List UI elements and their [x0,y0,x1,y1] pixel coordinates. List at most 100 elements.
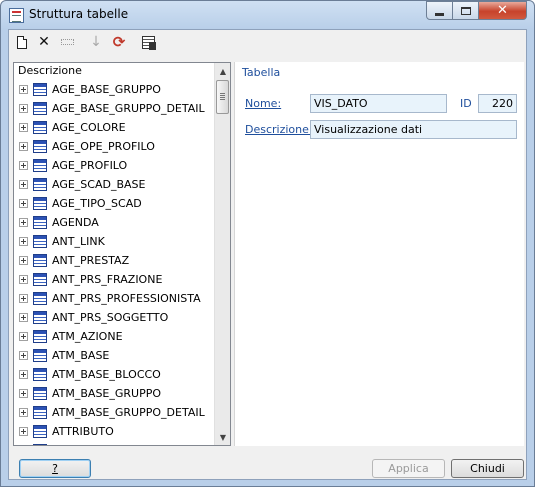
table-icon [33,292,47,305]
delete-button[interactable]: ✕ [35,33,53,51]
maximize-button[interactable] [452,1,479,20]
tree-row[interactable]: ATM_BASE_GRUPPO_DETAIL [14,403,214,422]
new-button[interactable] [13,33,31,51]
table-icon [33,406,47,419]
expand-plus-icon[interactable] [19,294,28,303]
tree-row[interactable]: ATM_BASE_GRUPPO [14,384,214,403]
table-icon [33,235,47,248]
dialog-window: Struttura tabelle ✕ ✕ ↓ ⟳ Descrizione AG… [0,0,535,487]
expand-plus-icon[interactable] [19,218,28,227]
help-label: ? [52,462,58,475]
tree-row-label: ANT_LINK [52,235,105,248]
table-icon [33,368,47,381]
expand-plus-icon[interactable] [19,389,28,398]
tree-row-label: ATM_BASE_BLOCCO [52,368,161,381]
expand-plus-icon[interactable] [19,199,28,208]
tree-row[interactable]: AGE_TIPO_SCAD [14,194,214,213]
scroll-up-button[interactable]: ▲ [215,63,230,79]
tree-row-label: ANT_PRS_PROFESSIONISTA [52,292,201,305]
export-button[interactable] [139,33,157,51]
tree-row-label: AGE_TIPO_SCAD [52,197,142,210]
apply-button[interactable]: Applica [372,459,445,478]
tree-row[interactable]: ANT_LINK [14,232,214,251]
move-down-icon: ↓ [90,34,102,50]
nome-field[interactable] [310,94,447,113]
expand-plus-icon[interactable] [19,256,28,265]
scroll-down-button[interactable]: ▼ [215,429,230,445]
expand-plus-icon[interactable] [19,142,28,151]
scroll-up-icon: ▲ [219,66,227,76]
title-bar[interactable]: Struttura tabelle ✕ [1,1,534,29]
minimize-button[interactable] [426,1,453,20]
tree-row-label: AGENDA [52,216,99,229]
refresh-button[interactable]: ⟳ [110,33,128,51]
expand-plus-icon[interactable] [19,180,28,189]
expand-plus-icon[interactable] [19,85,28,94]
descrizione-field[interactable] [310,120,517,139]
expand-plus-icon[interactable] [19,237,28,246]
table-icon [33,330,47,343]
expand-plus-icon[interactable] [19,161,28,170]
tree-row[interactable]: AGE_OPE_PROFILO [14,137,214,156]
tree-row[interactable]: AGE_BASE_GRUPPO_DETAIL [14,99,214,118]
tree-row[interactable]: ATM_BASE_BLOCCO [14,365,214,384]
table-icon [33,178,47,191]
delete-icon: ✕ [38,34,50,50]
tree-row-label: ANT_PRS_SOGGETTO [52,311,169,324]
tree-row[interactable]: ATTRIBUTO [14,422,214,441]
tree-row-label: AUT_BASE [52,444,109,445]
section-title: Tabella [242,66,281,79]
table-icon [33,216,47,229]
scroll-thumb[interactable] [216,80,229,114]
tree-row[interactable]: AGE_COLORE [14,118,214,137]
tree-row-label: ANT_PRS_FRAZIONE [52,273,163,286]
dialog-client: ✕ ↓ ⟳ Descrizione AGE_BASE_GRUPPO AGE_BAS… [8,29,527,480]
id-field[interactable] [478,94,517,113]
expand-plus-icon[interactable] [19,351,28,360]
tree-row[interactable]: AGENDA [14,213,214,232]
tree-row-label: AGE_BASE_GRUPPO [52,83,161,96]
tree-row[interactable]: AGE_BASE_GRUPPO [14,80,214,99]
tree-row[interactable]: ANT_PRS_SOGGETTO [14,308,214,327]
expand-plus-icon[interactable] [19,104,28,113]
id-label: ID [460,97,472,110]
tree-column-header[interactable]: Descrizione [14,63,214,79]
close-window-button[interactable]: ✕ [478,1,527,20]
tree-row[interactable]: ANT_PRS_FRAZIONE [14,270,214,289]
rename-button[interactable] [58,33,76,51]
window-title: Struttura tabelle [29,7,129,21]
table-icon [33,83,47,96]
descrizione-label-text: Descrizione: [245,123,313,136]
tree-row[interactable]: ANT_PRESTAZ [14,251,214,270]
tree-row-label: ATM_BASE [52,349,110,362]
expand-plus-icon[interactable] [19,408,28,417]
app-table-icon [9,8,24,23]
table-icon [33,140,47,153]
tree-row[interactable]: ATM_AZIONE [14,327,214,346]
tree-row[interactable]: AUT_BASE [14,441,214,445]
tree-row[interactable]: AGE_SCAD_BASE [14,175,214,194]
expand-plus-icon[interactable] [19,313,28,322]
tree-row-label: AGE_PROFILO [52,159,128,172]
expand-plus-icon[interactable] [19,123,28,132]
detail-panel: Tabella Nome: ID Descrizione: [234,62,524,446]
move-down-button[interactable]: ↓ [87,33,105,51]
expand-plus-icon[interactable] [19,427,28,436]
minimize-icon [435,12,444,16]
chiudi-button[interactable]: Chiudi [451,459,524,478]
expand-plus-icon[interactable] [19,332,28,341]
tree-row-label: AGE_SCAD_BASE [52,178,146,191]
expand-plus-icon[interactable] [19,275,28,284]
table-icon [33,254,47,267]
tree-row[interactable]: ATM_BASE [14,346,214,365]
table-tree[interactable]: Descrizione AGE_BASE_GRUPPO AGE_BASE_GRUP… [13,62,231,446]
tree-scrollbar[interactable]: ▲ ▼ [214,63,230,445]
expand-plus-icon[interactable] [19,370,28,379]
scroll-down-icon: ▼ [219,432,227,442]
nome-label-text: Nome: [245,97,282,110]
table-icon [33,197,47,210]
help-button[interactable]: ? [19,459,91,478]
tree-row[interactable]: ANT_PRS_PROFESSIONISTA [14,289,214,308]
tree-row-label: AGE_OPE_PROFILO [52,140,155,153]
tree-row[interactable]: AGE_PROFILO [14,156,214,175]
